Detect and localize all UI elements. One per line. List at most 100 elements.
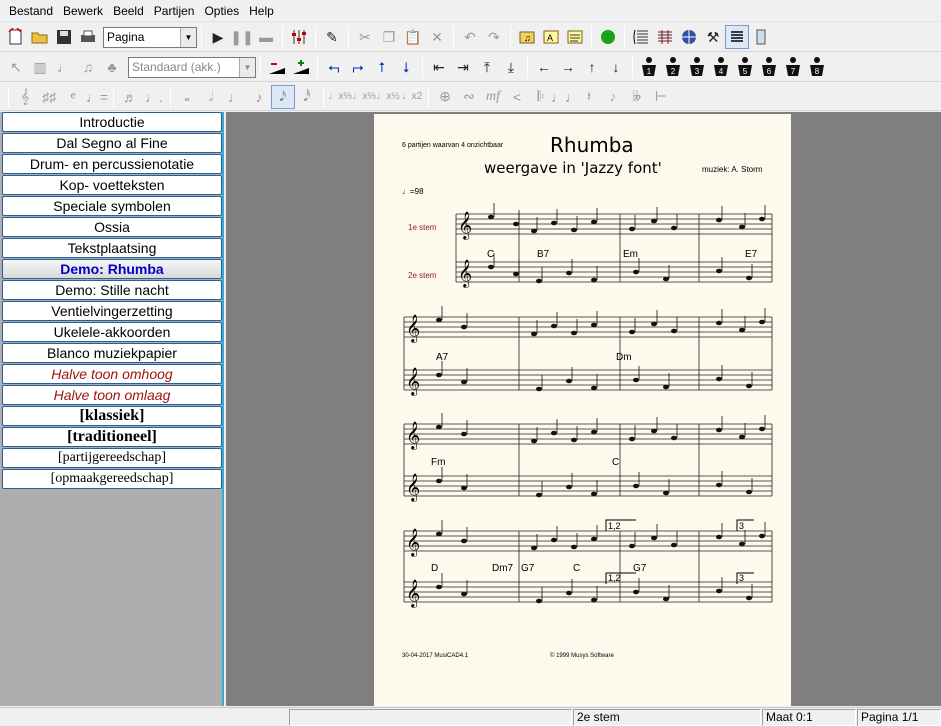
list-view-icon[interactable]: [725, 25, 749, 49]
text-frame-icon[interactable]: A: [539, 25, 563, 49]
menu-opties[interactable]: Opties: [199, 0, 244, 22]
score-page[interactable]: 6 partijen waarvan 4 onzichtbaar Rhumba …: [374, 114, 791, 706]
beam-right-icon[interactable]: ⮣: [346, 55, 370, 79]
menu-help[interactable]: Help: [244, 0, 279, 22]
play-icon[interactable]: ▶: [206, 25, 230, 49]
move-bottom-icon[interactable]: ⤓: [499, 55, 523, 79]
fermata-icon[interactable]: ⊕: [433, 85, 457, 109]
rest-icon[interactable]: 𝄽: [577, 85, 601, 109]
part-figure-button[interactable]: 5: [733, 55, 757, 79]
menu-bestand[interactable]: Bestand: [4, 0, 58, 22]
sidebar-item[interactable]: Tekstplaatsing: [2, 238, 222, 258]
part-figure-button[interactable]: 1: [637, 55, 661, 79]
stop-icon[interactable]: ▬: [254, 25, 278, 49]
dotted-note-icon[interactable]: ♩.: [142, 85, 166, 109]
chevron-down-icon[interactable]: ▼: [239, 57, 255, 77]
ornament-icon[interactable]: ∾: [457, 85, 481, 109]
sidebar-item[interactable]: Demo: Rhumba: [2, 259, 222, 279]
pen-icon[interactable]: ✎: [320, 25, 344, 49]
tuplet-3-2b-icon[interactable]: ♩x⅔: [352, 85, 376, 109]
arrow-up-icon[interactable]: ↑: [580, 55, 604, 79]
delete-icon[interactable]: ✕: [425, 25, 449, 49]
beam-left-icon[interactable]: ⮢: [322, 55, 346, 79]
sidebar-item[interactable]: Demo: Stille nacht: [2, 280, 222, 300]
grace-note-icon[interactable]: 𝆔: [601, 85, 625, 109]
new-file-icon[interactable]: [4, 25, 28, 49]
eighth-note-icon[interactable]: ♪: [247, 85, 271, 109]
sidebar-item[interactable]: Ossia: [2, 217, 222, 237]
select-arrow-icon[interactable]: ↖: [4, 55, 28, 79]
move-to-end-icon[interactable]: ⇥: [451, 55, 475, 79]
score-workarea[interactable]: 6 partijen waarvan 4 onzichtbaar Rhumba …: [226, 112, 941, 706]
treble-clef-icon[interactable]: 𝄞: [13, 85, 37, 109]
double-flat-icon[interactable]: 𝄫: [625, 85, 649, 109]
stem-up-icon[interactable]: ⭡: [370, 55, 394, 79]
pause-icon[interactable]: ❚❚: [230, 25, 254, 49]
sidebar-item[interactable]: [opmaakgereedschap]: [2, 469, 222, 489]
arrow-right-icon[interactable]: →: [556, 55, 580, 79]
sidebar-item[interactable]: Speciale symbolen: [2, 196, 222, 216]
globe-icon[interactable]: [677, 25, 701, 49]
lyrics-icon[interactable]: [563, 25, 587, 49]
sidebar-item[interactable]: Drum- en percussienotatie: [2, 154, 222, 174]
common-time-icon[interactable]: 𝄴: [61, 85, 85, 109]
move-top-icon[interactable]: ⤒: [475, 55, 499, 79]
multirest-icon[interactable]: ⊢: [649, 85, 673, 109]
undo-icon[interactable]: ↶: [458, 25, 482, 49]
piano-keys-icon[interactable]: ▥: [28, 55, 52, 79]
part-figure-button[interactable]: 7: [781, 55, 805, 79]
sidebar-item[interactable]: Halve toon omlaag: [2, 385, 222, 405]
sidebar-item[interactable]: [partijgereedschap]: [2, 448, 222, 468]
repeat-icon[interactable]: 𝄆: [529, 85, 553, 109]
sidebar-item[interactable]: Introductie: [2, 112, 222, 132]
part-figure-button[interactable]: 3: [685, 55, 709, 79]
crescendo-plus-icon[interactable]: [289, 55, 313, 79]
staff-brace-icon[interactable]: [629, 25, 653, 49]
tuplet-3-2-icon[interactable]: ♩x⅔: [328, 85, 352, 109]
paste-icon[interactable]: 📋: [401, 25, 425, 49]
part-figure-button[interactable]: 6: [757, 55, 781, 79]
quarter-note-icon[interactable]: ♩: [223, 85, 247, 109]
key-signature-icon[interactable]: ♯♯: [37, 85, 61, 109]
menu-beeld[interactable]: Beeld: [108, 0, 149, 22]
note-folder-icon[interactable]: ♫: [515, 25, 539, 49]
menu-bewerk[interactable]: Bewerk: [58, 0, 108, 22]
open-folder-icon[interactable]: [28, 25, 52, 49]
sidebar-item[interactable]: Ventielvingerzetting: [2, 301, 222, 321]
mixer-icon[interactable]: [287, 25, 311, 49]
sidebar-item[interactable]: [klassiek]: [2, 406, 222, 426]
sidebar-item[interactable]: Halve toon omhoog: [2, 364, 222, 384]
tuplet-1-2-icon[interactable]: ♩x½: [376, 85, 400, 109]
tempo-icon[interactable]: ♩=: [85, 85, 109, 109]
menu-partijen[interactable]: Partijen: [149, 0, 200, 22]
move-to-start-icon[interactable]: ⇤: [427, 55, 451, 79]
redo-icon[interactable]: ↷: [482, 25, 506, 49]
stem-down-icon[interactable]: ⭣: [394, 55, 418, 79]
tree-icon[interactable]: ♣: [100, 55, 124, 79]
part-figure-button[interactable]: 8: [805, 55, 829, 79]
tools-icon[interactable]: ⚒: [701, 25, 725, 49]
copy-icon[interactable]: ❐: [377, 25, 401, 49]
sidebar-item[interactable]: [traditioneel]: [2, 427, 222, 447]
sidebar-item[interactable]: Blanco muziekpapier: [2, 343, 222, 363]
style-select[interactable]: Standaard (akk.) ▼: [128, 56, 256, 78]
notes-input-icon[interactable]: ♫: [76, 55, 100, 79]
sidebar-item[interactable]: Ukelele-akkoorden: [2, 322, 222, 342]
staff-grid-icon[interactable]: [653, 25, 677, 49]
note-input-icon[interactable]: ♩: [52, 55, 76, 79]
cut-icon[interactable]: ✂: [353, 25, 377, 49]
tie-icon[interactable]: ♩♩: [551, 85, 579, 109]
whole-note-icon[interactable]: 𝅝: [175, 85, 199, 109]
beamed-notes-icon[interactable]: ♬: [118, 85, 142, 109]
page-view-icon[interactable]: [749, 25, 773, 49]
tuplet-x2-icon[interactable]: ♩x2: [400, 85, 424, 109]
thirtysecond-note-icon[interactable]: 𝅘𝅥𝅰: [295, 85, 319, 109]
view-mode-select[interactable]: Pagina ▼: [103, 26, 197, 48]
sidebar-item[interactable]: Kop- voetteksten: [2, 175, 222, 195]
record-icon[interactable]: [596, 25, 620, 49]
sidebar-item[interactable]: Dal Segno al Fine: [2, 133, 222, 153]
save-icon[interactable]: [52, 25, 76, 49]
chevron-down-icon[interactable]: ▼: [180, 27, 196, 47]
arrow-down-icon[interactable]: ↓: [604, 55, 628, 79]
arrow-left-icon[interactable]: ←: [532, 55, 556, 79]
